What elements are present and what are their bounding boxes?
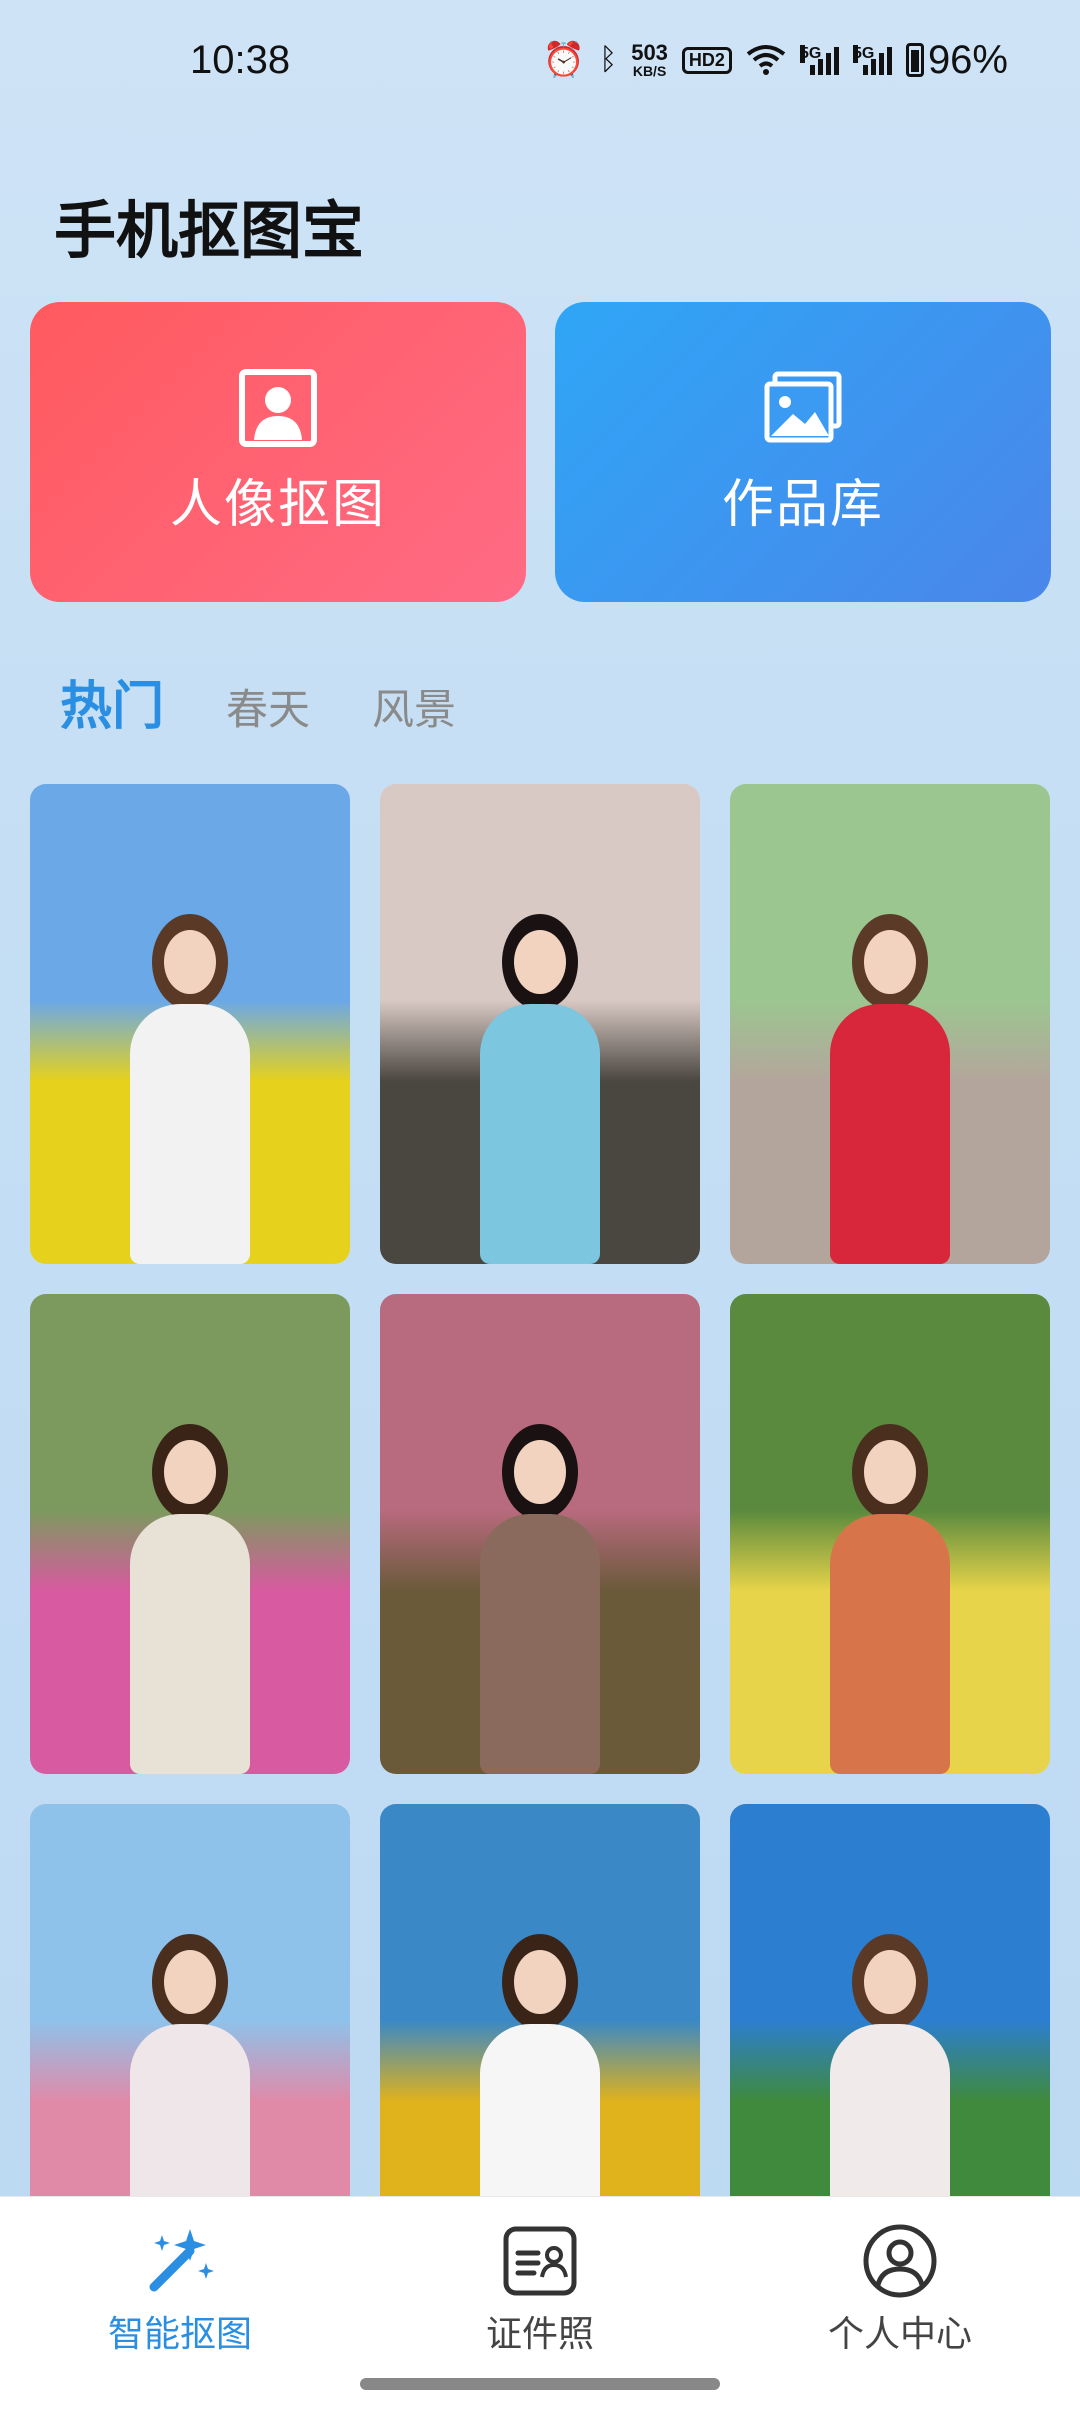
nav-profile-label: 个人中心	[827, 2314, 972, 2355]
photo-tulip-path[interactable]	[730, 784, 1050, 1264]
signal-icon-2: 5G	[852, 45, 892, 75]
tab-spring[interactable]: 春天	[226, 676, 310, 737]
photo-cherry-blossom-veil[interactable]	[30, 1804, 350, 2196]
sim2-label: 5G	[852, 45, 875, 63]
status-bar: 10:38 ⏰ ᛒ 503 KB/S HD2 5G 5G 96%	[0, 0, 1080, 120]
photo-subject-face	[864, 1440, 916, 1504]
status-time: 10:38	[190, 37, 291, 82]
net-speed-value: 503	[631, 40, 668, 65]
photo-subject-face	[514, 1950, 566, 2014]
portrait-cutout-button[interactable]: 人像抠图	[30, 302, 526, 602]
photo-cherry-tree-bridge[interactable]	[380, 1294, 700, 1774]
battery-icon: 96%	[905, 37, 1008, 83]
wifi-icon	[746, 45, 786, 75]
home-indicator	[360, 2378, 720, 2390]
photo-subject-dress	[480, 1004, 600, 1264]
bluetooth-icon: ᛒ	[599, 43, 618, 76]
alarm-icon: ⏰	[542, 41, 586, 79]
sim1-label: 5G	[799, 45, 822, 63]
net-speed: 503 KB/S	[631, 40, 668, 79]
hd-badge: HD2	[681, 46, 732, 74]
tab-hot[interactable]: 热门	[60, 664, 164, 739]
portrait-icon	[239, 368, 317, 447]
photo-subject-dress	[480, 2024, 600, 2196]
portrait-cutout-label: 人像抠图	[169, 474, 386, 535]
nav-smart-cutout-label: 智能抠图	[107, 2314, 252, 2355]
photo-subject-face	[164, 930, 216, 994]
id-card-icon	[503, 2226, 577, 2296]
photo-yellow-tulips[interactable]	[730, 1294, 1050, 1774]
photo-palm-fairy[interactable]	[730, 1804, 1050, 2196]
photo-subject-dress	[480, 1514, 600, 1774]
photo-subject-dress	[830, 2024, 950, 2196]
photo-subject-face	[164, 1950, 216, 2014]
gallery-label: 作品库	[721, 474, 884, 535]
gallery-button[interactable]: 作品库	[555, 302, 1051, 602]
photo-subject-face	[864, 930, 916, 994]
photo-bride-sunflowers[interactable]	[380, 1804, 700, 2196]
photo-subject-dress	[830, 1004, 950, 1264]
user-circle-icon	[863, 2224, 937, 2298]
nav-id-photo[interactable]: 证件照	[410, 2221, 670, 2357]
photo-subject-dress	[830, 1514, 950, 1774]
photo-grid	[30, 784, 1050, 2196]
photo-castle-garden[interactable]	[380, 784, 700, 1264]
battery-cell	[905, 43, 924, 77]
photo-lupine-flowers[interactable]	[30, 1294, 350, 1774]
signal-icon: 5G	[799, 45, 839, 75]
nav-profile[interactable]: 个人中心	[770, 2221, 1030, 2357]
nav-id-photo-label: 证件照	[485, 2314, 594, 2355]
photo-rapeseed-field[interactable]	[30, 784, 350, 1264]
tab-scenery[interactable]: 风景	[372, 676, 456, 737]
nav-smart-cutout[interactable]: 智能抠图	[50, 2221, 310, 2357]
photo-subject-face	[164, 1440, 216, 1504]
photo-subject-face	[864, 1950, 916, 2014]
page-title: 手机抠图宝	[54, 194, 365, 267]
photo-subject-dress	[130, 1004, 250, 1264]
status-icons: ⏰ ᛒ 503 KB/S HD2 5G 5G 96%	[543, 38, 1008, 83]
photo-subject-face	[514, 930, 566, 994]
photo-subject-dress	[130, 1514, 250, 1774]
net-speed-unit: KB/S	[632, 63, 667, 79]
category-tabs: 热门 春天 风景	[60, 664, 456, 739]
magic-wand-icon	[149, 2229, 214, 2292]
gallery-icon	[764, 371, 842, 442]
photo-subject-dress	[130, 2024, 250, 2196]
battery-percent: 96%	[927, 37, 1008, 82]
photo-subject-face	[514, 1440, 566, 1504]
